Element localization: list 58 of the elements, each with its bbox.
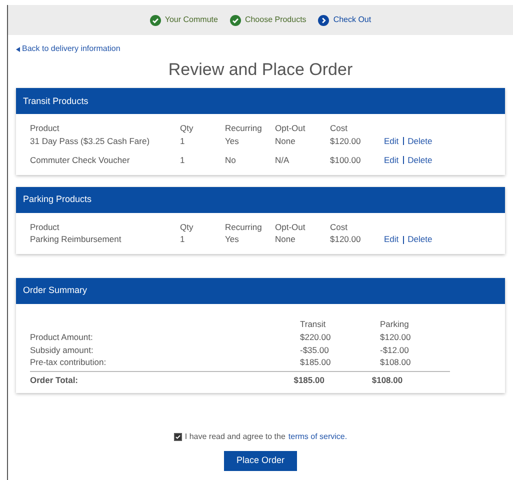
table-cell-text: $108.00 (380, 356, 412, 369)
table-cell-text: 1 (180, 233, 186, 246)
column-header: Recurring (225, 220, 263, 234)
table-cell-text: 31 Day Pass ($3.25 Cash Fare) (30, 135, 151, 148)
column-header: Opt-Out (275, 122, 306, 135)
summary-label: Product Amount: (30, 330, 94, 344)
table-cell-text: Yes (225, 233, 240, 246)
step-label: Choose Products (244, 14, 306, 26)
edit-link[interactable]: Edit (384, 135, 399, 148)
column-header: Qty (180, 122, 194, 135)
column-header: Cost (330, 220, 348, 234)
edit-link[interactable]: Edit (384, 154, 399, 166)
table-cell-text: 1 (180, 135, 186, 148)
table-cell-text: Commuter Check Voucher (30, 154, 131, 166)
table-cell-text: $120.00 (330, 233, 362, 246)
table-cell-text: No (225, 154, 237, 166)
table-cell-text: $220.00 (300, 330, 332, 344)
table-cell-text: $120.00 (330, 135, 362, 148)
table-cell-text: Yes (225, 135, 240, 148)
table-cell-text: 1 (180, 154, 186, 166)
column-header: Opt-Out (275, 220, 306, 234)
column-header: Qty (180, 220, 194, 234)
caret-left-icon (16, 46, 20, 52)
delete-link[interactable]: Delete (408, 154, 432, 166)
column-header: Recurring (225, 122, 263, 135)
table-cell-text: None (275, 135, 296, 148)
page-title: Review and Place Order (167, 59, 354, 80)
column-header: Cost (330, 122, 348, 135)
panel-title: Parking Products (23, 192, 92, 206)
delete-link[interactable]: Delete (408, 135, 432, 148)
place-order-button[interactable]: Place Order (224, 450, 297, 471)
table-cell-text: $185.00 (300, 356, 332, 369)
edit-link[interactable]: Edit (384, 233, 399, 246)
table-cell-text: $108.00 (372, 374, 404, 387)
panel-title: Transit Products (23, 94, 88, 108)
column-header: Transit (300, 318, 327, 331)
column-header: Parking (380, 318, 410, 331)
agreement-text: I have read and agree to the (184, 430, 286, 443)
summary-label: Subsidy amount: (30, 344, 94, 356)
back-link[interactable]: Back to delivery information (22, 43, 120, 55)
column-header: Product (30, 220, 60, 234)
summary-label: Order Total: (30, 374, 80, 387)
agree-checkbox[interactable] (174, 432, 182, 441)
table-cell-text: None (275, 233, 296, 246)
delete-link[interactable]: Delete (408, 233, 432, 246)
table-cell-text: -$35.00 (300, 344, 330, 356)
step-label: Check Out (333, 14, 372, 26)
terms-link[interactable]: terms of service. (288, 430, 348, 443)
table-cell-text: $120.00 (380, 330, 412, 344)
step-label: Your Commute (164, 14, 218, 26)
table-cell-text: $185.00 (294, 374, 326, 387)
table-cell-text: N/A (275, 154, 290, 166)
panel-title: Order Summary (23, 284, 88, 298)
column-header: Product (30, 122, 60, 135)
table-cell-text: $100.00 (330, 154, 362, 166)
table-cell-text: -$12.00 (380, 344, 410, 356)
table-cell-text: Parking Reimbursement (30, 233, 122, 246)
summary-label: Pre-tax contribution: (30, 356, 108, 369)
